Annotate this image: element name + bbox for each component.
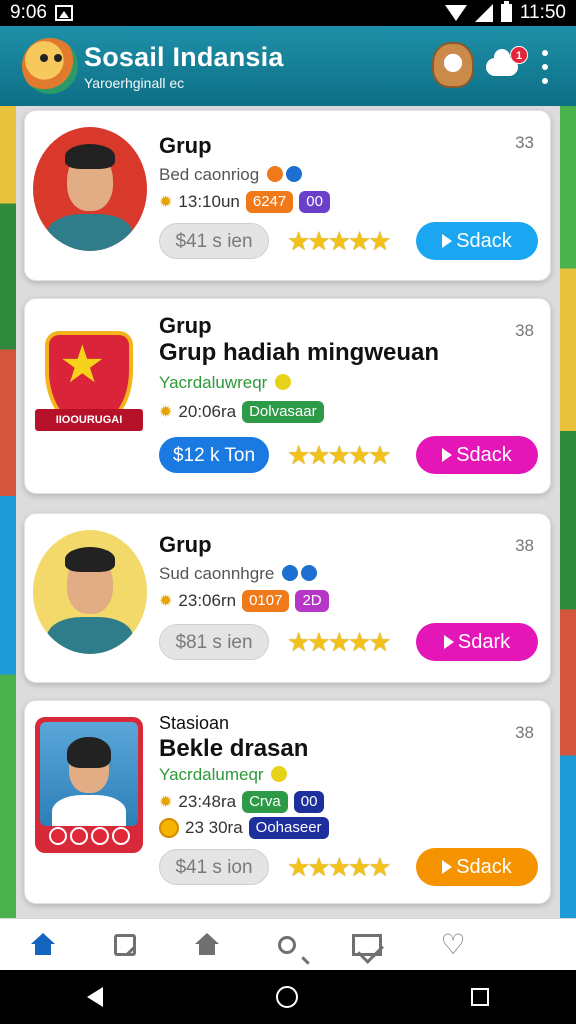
meta-pill: 0107 (242, 590, 290, 612)
meta-time: 13:10un (178, 192, 240, 211)
emoji-icon (266, 166, 283, 182)
emoji-icon (282, 565, 299, 581)
background-decoration-left (0, 106, 16, 918)
rating-stars: ★★★★★ (287, 440, 392, 470)
meta-pill: Dolvasaar (242, 401, 324, 423)
group-card[interactable]: Grup 38 Sud caonnhgre ✹ 23:06rn 0107 2D … (24, 513, 551, 683)
status-time-right: 11:50 (519, 2, 566, 23)
app-bar: Sosail Indansia Yaroerhginall ec 1 (0, 26, 576, 106)
meta-time: 20:06ra (178, 402, 237, 421)
card-title: Grup hadiah mingweuan (159, 339, 440, 366)
price-button[interactable]: $41 s ien (159, 223, 269, 259)
sun-icon: ✹ (159, 194, 173, 211)
recents-icon[interactable] (471, 988, 490, 1006)
avatar (33, 530, 147, 654)
mascot-icon[interactable] (432, 42, 474, 88)
sdack-button[interactable]: Sdack (416, 848, 538, 886)
meta-pill: 00 (293, 791, 325, 813)
card-kicker: Grup (159, 313, 212, 338)
background-decoration-right (560, 106, 576, 918)
reward-badge: ★ IIOOURUGAI (35, 313, 143, 445)
price-button[interactable]: $81 s ien (159, 624, 269, 660)
notification-badge: 1 (510, 46, 528, 64)
app-subtitle: Yaroerhginall ec (84, 75, 185, 91)
card-subtitle: Sud caonnhgre (159, 564, 318, 584)
status-time-left: 9:06 (10, 2, 47, 23)
group-card[interactable]: ★ IIOOURUGAI Grup Grup hadiah mingweuan … (24, 298, 551, 494)
meta-pill: Crva (242, 791, 288, 813)
card-meta: ✹ 13:10un 6247 00 (159, 191, 330, 213)
emoji-icon (285, 166, 302, 182)
search-icon[interactable] (278, 935, 296, 954)
sdack-button[interactable]: Sdark (416, 623, 538, 661)
sun-icon: ✹ (159, 404, 173, 421)
sdack-button[interactable]: Sdack (416, 222, 538, 260)
meta-time: 23:06rn (178, 591, 237, 610)
meta-pill: 00 (299, 191, 330, 213)
meta-time: 23:48ra (178, 792, 237, 811)
meta-pill: Oohaseer (248, 817, 329, 839)
home-circle-icon[interactable] (275, 986, 298, 1008)
card-meta-secondary: 23 30ra Oohaseer (159, 817, 329, 839)
heart-icon[interactable]: ♡ (438, 930, 468, 960)
star-icon: ★ (59, 336, 106, 394)
sun-icon: ✹ (159, 794, 173, 811)
home-icon[interactable] (192, 930, 222, 960)
decoration-dots (49, 827, 130, 845)
back-icon[interactable] (86, 987, 103, 1007)
card-subtitle: Yacrdalumeqr (159, 765, 288, 785)
group-card[interactable]: Stasioan Bekle drasan 38 Yacrdalumeqr ✹ … (24, 700, 551, 904)
play-icon (442, 234, 453, 248)
photo-frame (35, 717, 143, 853)
bottom-navigation: ♡ (0, 918, 576, 970)
status-bar: 9:06 11:50 (0, 0, 576, 26)
sun-icon: ✹ (159, 593, 173, 610)
card-subtitle: Bed caonriog (159, 165, 302, 185)
mail-icon[interactable] (352, 933, 382, 956)
avatar (33, 127, 147, 251)
meta-time: 23 30ra (185, 818, 243, 837)
badge-ribbon: IIOOURUGAI (35, 409, 143, 431)
system-navigation (0, 970, 576, 1024)
member-count: 38 (515, 321, 534, 340)
edit-icon[interactable] (114, 933, 136, 956)
price-button[interactable]: $12 k Ton (159, 437, 269, 473)
signal-icon (474, 4, 493, 22)
emoji-icon (275, 374, 292, 390)
price-button[interactable]: $41 s ion (159, 849, 269, 885)
meta-pill: 6247 (245, 191, 294, 213)
more-options-icon[interactable] (539, 50, 551, 84)
card-subtitle: Yacrdaluwreqr (159, 373, 292, 393)
rating-stars: ★★★★★ (287, 627, 392, 657)
wifi-icon (444, 5, 467, 21)
menu-icon[interactable] (524, 936, 548, 954)
battery-icon (500, 1, 512, 22)
card-meta: ✹ 20:06ra Dolvasaar (159, 401, 324, 423)
member-count: 33 (515, 133, 534, 152)
card-kicker: Grup (159, 532, 212, 557)
sdack-button[interactable]: Sdack (416, 436, 538, 474)
member-count: 38 (515, 723, 534, 742)
card-kicker: Grup (159, 133, 212, 158)
card-meta: ✹ 23:06rn 0107 2D (159, 590, 329, 612)
image-notification-icon (54, 5, 73, 21)
app-title: Sosail Indansia (84, 42, 284, 72)
rating-stars: ★★★★★ (287, 226, 392, 256)
coin-icon (159, 818, 179, 838)
play-icon (443, 635, 454, 649)
card-title: Bekle drasan (159, 735, 309, 762)
play-icon (442, 860, 453, 874)
meta-pill: 2D (295, 590, 329, 612)
member-count: 38 (515, 536, 534, 555)
group-card[interactable]: Grup 33 Bed caonriog ✹ 13:10un 6247 00 $… (24, 110, 551, 281)
app-logo[interactable] (22, 38, 78, 94)
card-kicker: Stasioan (159, 713, 230, 733)
play-icon (442, 448, 453, 462)
emoji-icon (301, 565, 318, 581)
home-icon[interactable] (28, 930, 58, 960)
rating-stars: ★★★★★ (287, 852, 392, 882)
card-meta: ✹ 23:48ra Crva 00 (159, 791, 325, 813)
emoji-icon (271, 766, 288, 782)
